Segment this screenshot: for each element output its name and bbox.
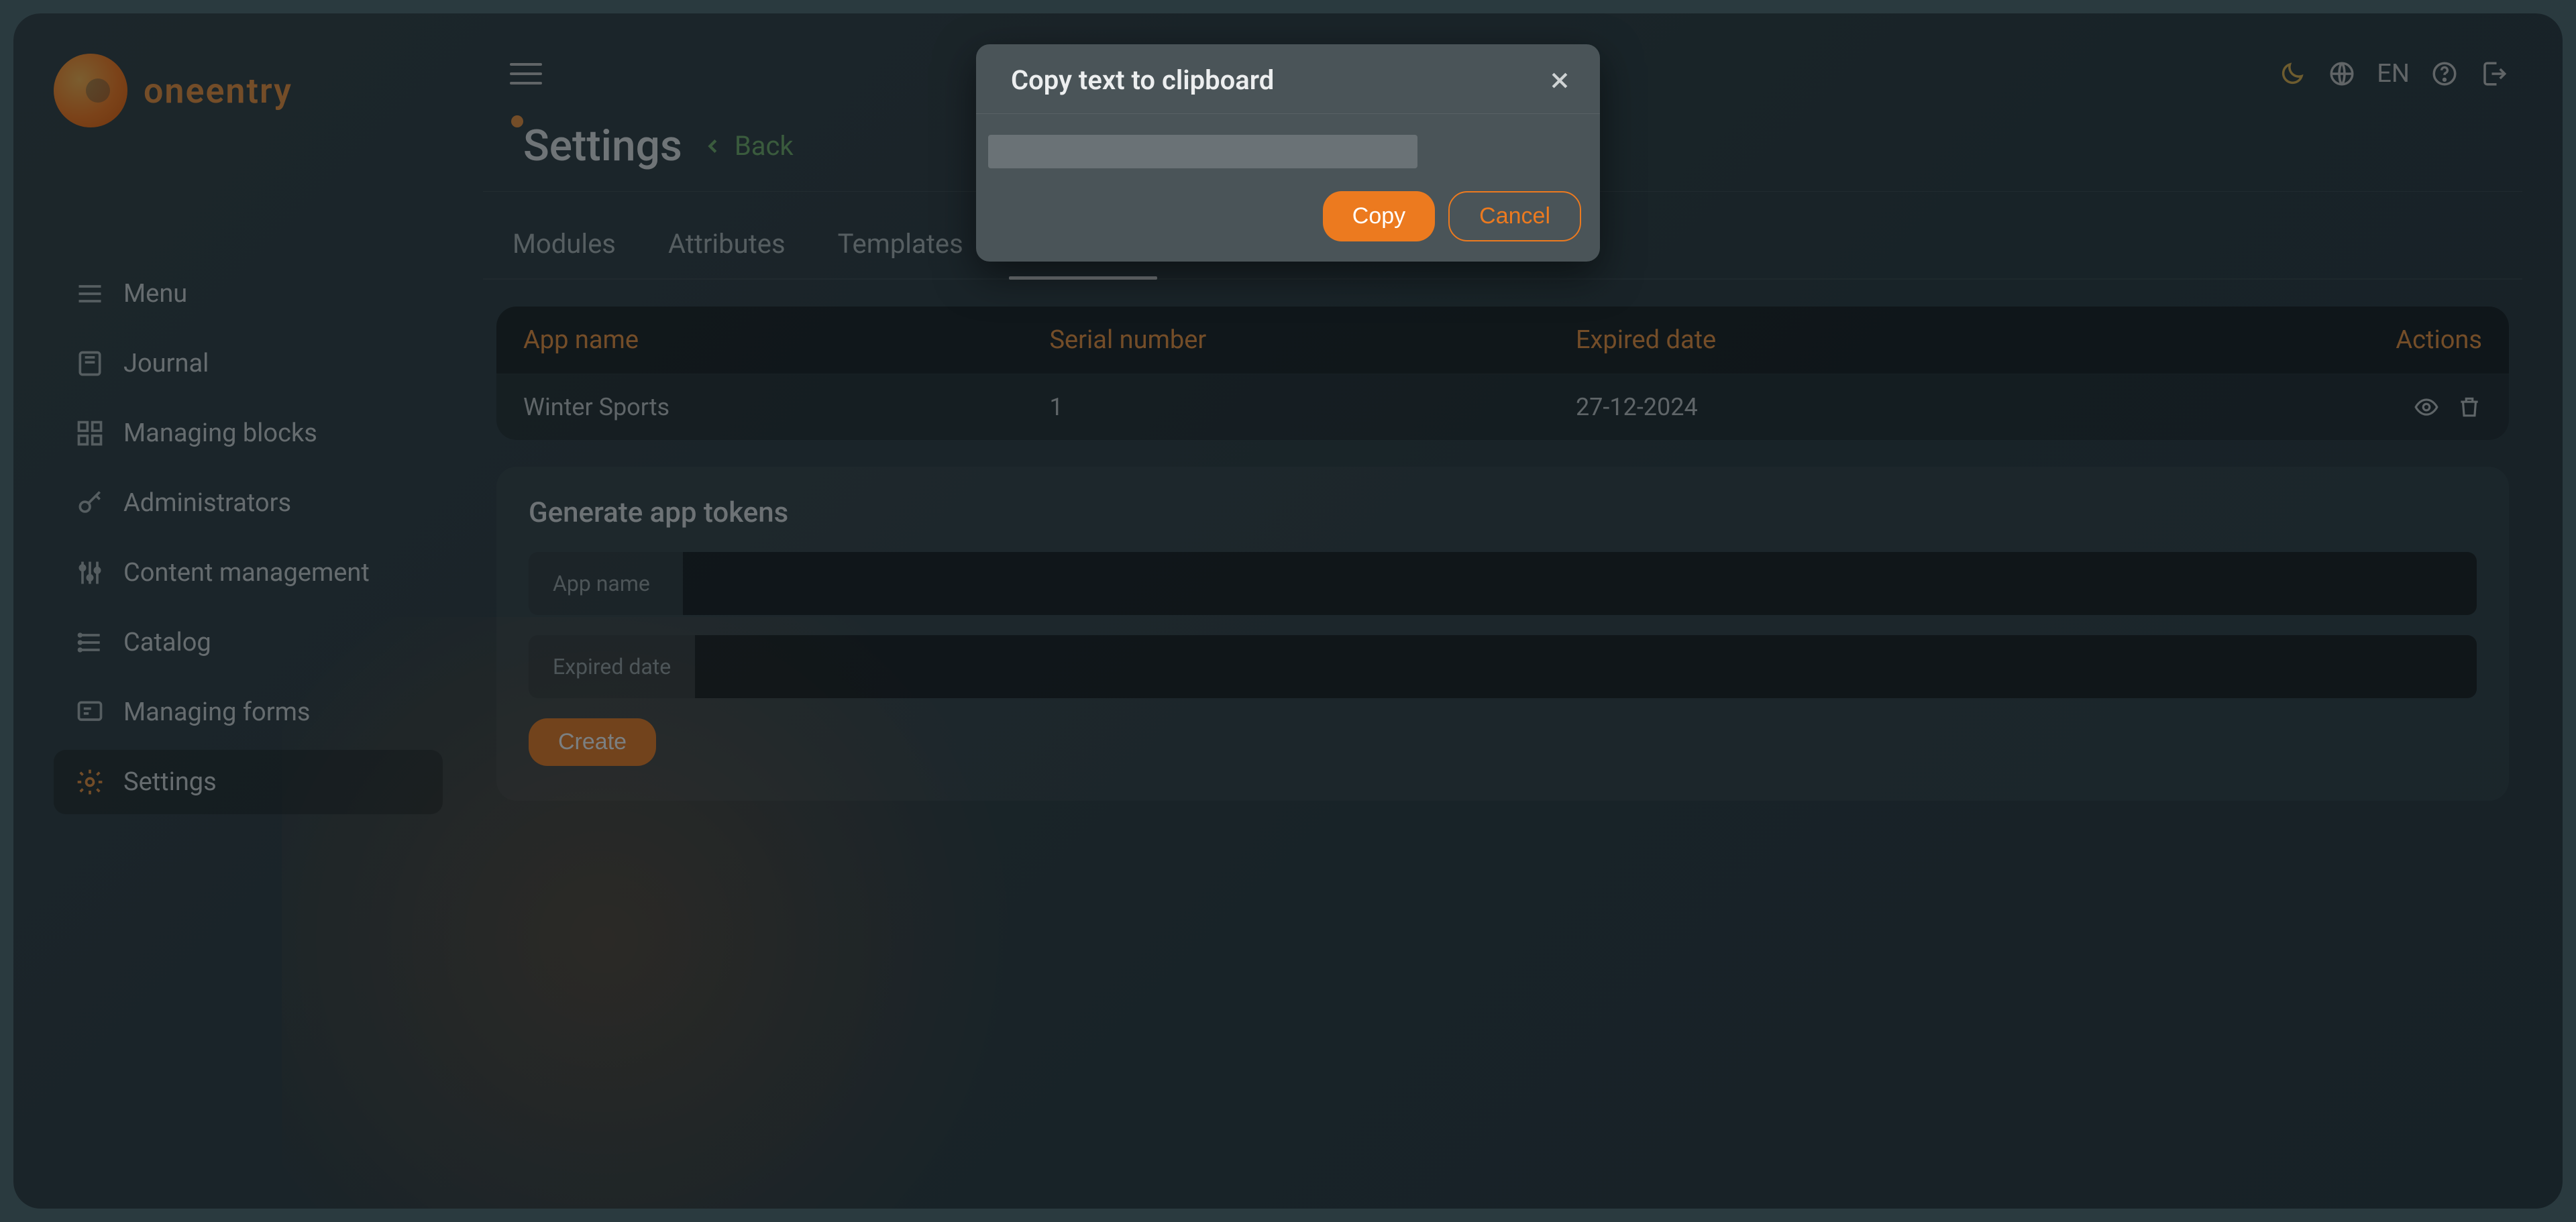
copy-button[interactable]: Copy xyxy=(1323,191,1435,241)
modal-close-button[interactable] xyxy=(1546,67,1573,94)
cancel-button[interactable]: Cancel xyxy=(1448,191,1581,241)
modal-actions: Copy Cancel xyxy=(976,175,1600,262)
clipboard-text-input[interactable] xyxy=(988,135,1417,168)
modal-title: Copy text to clipboard xyxy=(1011,64,1274,96)
copy-clipboard-modal: Copy text to clipboard Copy Cancel xyxy=(976,44,1600,262)
app-shell: oneentry Menu Journal xyxy=(13,13,2563,1209)
modal-body xyxy=(976,114,1600,175)
modal-header: Copy text to clipboard xyxy=(976,44,1600,114)
